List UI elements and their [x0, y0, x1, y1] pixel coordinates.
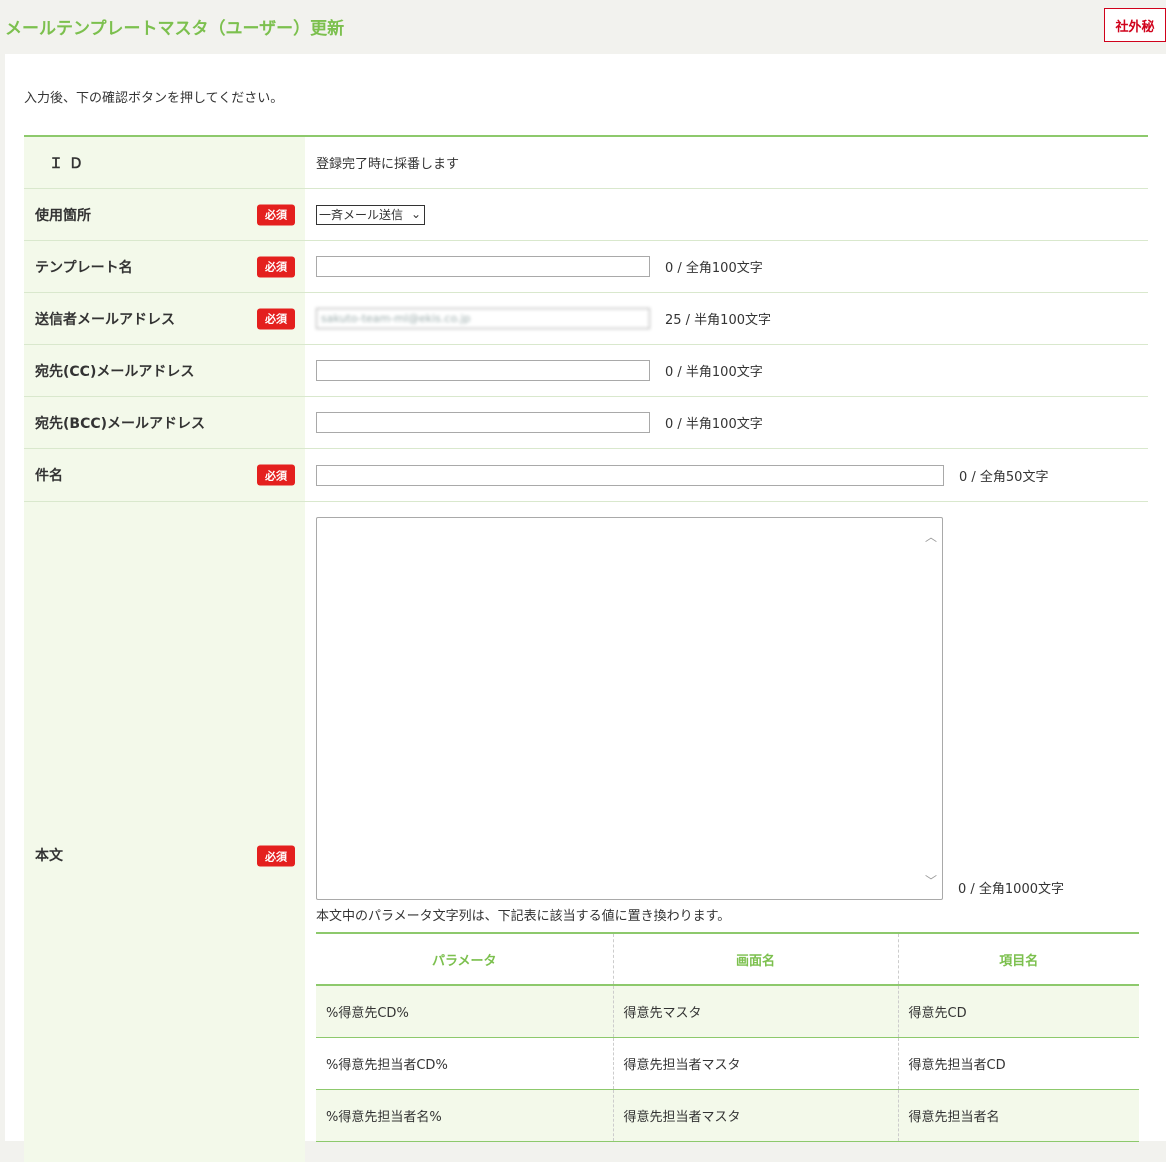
row-id: ＩＤ 登録完了時に採番します [24, 137, 1148, 189]
column-header-screen: 画面名 [613, 933, 899, 986]
row-subject: 件名 必須 0 / 全角50文字 [24, 449, 1148, 502]
label-sender: 送信者メールアドレス 必須 [24, 293, 305, 344]
label-cc: 宛先(CC)メールアドレス [24, 345, 305, 396]
cc-email-input[interactable] [316, 360, 650, 381]
label-text: 宛先(BCC)メールアドレス [35, 415, 206, 432]
table-row: %得意先CD% 得意先マスタ 得意先CD [316, 985, 1139, 1038]
chevron-down-icon[interactable]: ﹀ [925, 872, 937, 889]
row-sender: 送信者メールアドレス 必須 25 / 半角100文字 [24, 293, 1148, 345]
chevron-up-icon[interactable]: ︿ [925, 528, 937, 545]
label-id: ＩＤ [24, 137, 305, 188]
label-text: テンプレート名 [35, 259, 133, 276]
item-cell: 得意先担当者名 [898, 1089, 1139, 1142]
subject-counter: 0 / 全角50文字 [959, 469, 1049, 485]
sender-email-counter: 25 / 半角100文字 [665, 313, 771, 328]
instruction-text: 入力後、下の確認ボタンを押してください。 [24, 91, 284, 106]
item-cell: 得意先CD [898, 985, 1139, 1038]
table-row: %得意先担当者名% 得意先担当者マスタ 得意先担当者名 [316, 1089, 1139, 1142]
usage-select[interactable]: 一斉メール送信 ⌄ [316, 204, 425, 225]
label-text: 宛先(CC)メールアドレス [35, 363, 195, 380]
item-cell: 得意先担当者CD [898, 1037, 1139, 1090]
label-text: 使用箇所 [35, 207, 91, 224]
required-badge: 必須 [257, 204, 295, 225]
label-text: ＩＤ [49, 155, 89, 172]
edit-form: ＩＤ 登録完了時に採番します 使用箇所 必須 一斉メール送信 ⌄ テンプレート名… [24, 135, 1148, 1162]
label-text: 送信者メールアドレス [35, 311, 175, 328]
sender-email-input[interactable] [316, 308, 650, 329]
label-bcc: 宛先(BCC)メールアドレス [24, 397, 305, 448]
column-header-parameter: パラメータ [316, 933, 614, 986]
required-badge: 必須 [257, 845, 295, 867]
required-badge: 必須 [257, 256, 295, 277]
row-body: 本文 必須 ︿ ﹀ 0 / 全角1000文字 本文中のパラメータ文字列は、下記表… [24, 502, 1148, 1162]
parameter-table: パラメータ 画面名 項目名 %得意先CD% 得意先マスタ 得意先CD %得意先担… [316, 932, 1139, 1142]
page-title: メールテンプレートマスタ（ユーザー）更新 [5, 19, 345, 39]
title-bar: メールテンプレートマスタ（ユーザー）更新 社外秘 [0, 0, 1166, 52]
label-text: 本文 [35, 848, 63, 864]
parameter-cell: %得意先CD% [316, 985, 614, 1038]
chevron-down-icon: ⌄ [410, 206, 421, 221]
main-panel: 入力後、下の確認ボタンを押してください。 ＩＤ 登録完了時に採番します 使用箇所… [5, 54, 1166, 1162]
table-row: %得意先担当者CD% 得意先担当者マスタ 得意先担当者CD [316, 1037, 1139, 1090]
body-counter: 0 / 全角1000文字 [958, 882, 1064, 897]
label-usage: 使用箇所 必須 [24, 189, 305, 240]
body-textarea[interactable]: ︿ ﹀ [316, 517, 943, 900]
parameter-cell: %得意先担当者名% [316, 1089, 614, 1142]
confidential-badge: 社外秘 [1104, 8, 1166, 42]
id-value: 登録完了時に採番します [316, 157, 460, 172]
template-name-input[interactable] [316, 256, 650, 277]
screen-cell: 得意先担当者マスタ [613, 1037, 899, 1090]
bcc-email-input[interactable] [316, 412, 650, 433]
screen-cell: 得意先担当者マスタ [613, 1089, 899, 1142]
parameter-cell: %得意先担当者CD% [316, 1037, 614, 1090]
required-badge: 必須 [257, 308, 295, 329]
template-name-counter: 0 / 全角100文字 [665, 261, 763, 276]
column-header-item: 項目名 [898, 933, 1139, 986]
bcc-email-counter: 0 / 半角100文字 [665, 417, 763, 432]
required-badge: 必須 [257, 464, 295, 486]
label-text: 件名 [35, 468, 63, 484]
row-cc: 宛先(CC)メールアドレス 0 / 半角100文字 [24, 345, 1148, 397]
usage-selected-value: 一斉メール送信 [319, 208, 404, 222]
label-template-name: テンプレート名 必須 [24, 241, 305, 292]
row-usage: 使用箇所 必須 一斉メール送信 ⌄ [24, 189, 1148, 241]
label-subject: 件名 必須 [24, 449, 305, 501]
label-body: 本文 必須 [24, 502, 305, 1162]
cc-email-counter: 0 / 半角100文字 [665, 365, 763, 380]
screen-cell: 得意先マスタ [613, 985, 899, 1038]
row-template-name: テンプレート名 必須 0 / 全角100文字 [24, 241, 1148, 293]
parameter-note: 本文中のパラメータ文字列は、下記表に該当する値に置き換わります。 [316, 909, 731, 924]
row-bcc: 宛先(BCC)メールアドレス 0 / 半角100文字 [24, 397, 1148, 449]
subject-input[interactable] [316, 464, 944, 486]
